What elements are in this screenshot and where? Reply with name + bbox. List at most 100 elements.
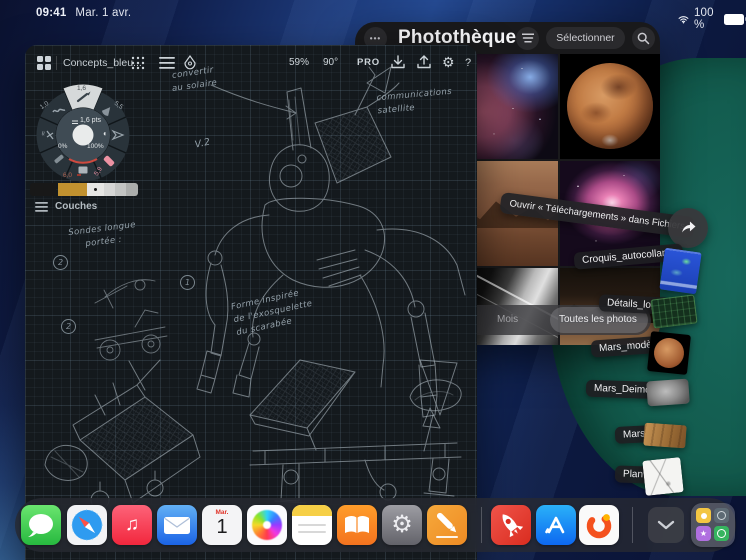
tab-all-photos[interactable]: Toutes les photos bbox=[559, 314, 637, 325]
opacity-min: 0% bbox=[58, 143, 68, 150]
tool-wheel[interactable]: 1,0 1,6 5,5 5,9 6,0 1,6 pts 0% 100% ◐ ≈ bbox=[28, 80, 138, 190]
photos-flower-icon bbox=[252, 510, 282, 540]
notes-line bbox=[298, 531, 326, 533]
rocket-icon bbox=[502, 514, 524, 538]
dock-app-sketch-pen[interactable] bbox=[427, 505, 467, 545]
more-icon: ••• bbox=[369, 33, 382, 43]
rotation-value[interactable]: 90° bbox=[323, 57, 338, 68]
dock: ♫ Mar. 1 ⚙ ★ bbox=[15, 498, 736, 552]
annotation-number-two-b: 2 bbox=[61, 319, 76, 334]
books-open-book-icon bbox=[345, 516, 369, 533]
precision-dots-icon[interactable] bbox=[131, 56, 145, 70]
toolbar-divider bbox=[56, 56, 57, 70]
dock-app-photos[interactable] bbox=[247, 505, 287, 545]
wheel-label-5: 6,0 bbox=[63, 172, 73, 179]
dock-app-settings[interactable]: ⚙ bbox=[382, 505, 422, 545]
ipad-screen: 09:41 Mar. 1 avr. 100 % ••• Photothèque bbox=[0, 0, 746, 560]
battery-percent: 100 % bbox=[693, 7, 714, 31]
battery-icon bbox=[723, 13, 746, 25]
dock-app-notes[interactable] bbox=[292, 505, 332, 545]
search-button[interactable] bbox=[631, 26, 655, 50]
swatch-black[interactable] bbox=[30, 183, 56, 196]
drag-thumb-mars[interactable] bbox=[643, 422, 687, 449]
mini-app-podcasts-icon bbox=[714, 526, 729, 541]
status-time: 09:41 bbox=[36, 7, 67, 19]
swatch-gray-1[interactable] bbox=[104, 183, 115, 196]
chevron-down-icon bbox=[657, 520, 675, 530]
dock-app-rocket[interactable] bbox=[491, 505, 531, 545]
search-icon bbox=[637, 32, 649, 44]
swatch-gold[interactable] bbox=[58, 183, 87, 196]
color-palette-bar[interactable] bbox=[30, 183, 138, 196]
dock-divider bbox=[632, 507, 633, 543]
stroke-size-value: 1,6 pts bbox=[80, 117, 102, 124]
select-button[interactable]: Sélectionner bbox=[546, 27, 625, 49]
dock-app-music[interactable]: ♫ bbox=[112, 505, 152, 545]
drag-thumb-mars-modele[interactable] bbox=[647, 331, 691, 375]
forward-arrow-icon bbox=[682, 221, 696, 233]
import-icon[interactable] bbox=[391, 55, 405, 70]
photo-thumbnail-mars-planet[interactable] bbox=[560, 54, 660, 159]
zoom-level[interactable]: 59% bbox=[289, 57, 309, 68]
gallery-grid-icon[interactable] bbox=[37, 56, 51, 70]
tab-months[interactable]: Mois bbox=[497, 314, 518, 325]
swatch-gray-3[interactable] bbox=[126, 183, 138, 196]
dock-app-calendar[interactable]: Mar. 1 bbox=[202, 505, 242, 545]
dock-app-messages[interactable] bbox=[21, 505, 61, 545]
notes-line bbox=[298, 524, 326, 526]
help-button[interactable]: ? bbox=[465, 57, 471, 69]
pen-nib-icon[interactable] bbox=[183, 55, 197, 70]
drag-thumb-mars-deimos[interactable] bbox=[646, 378, 690, 407]
share-forward-button[interactable] bbox=[668, 208, 708, 248]
dock-app-books[interactable] bbox=[337, 505, 377, 545]
export-icon[interactable] bbox=[417, 55, 431, 70]
notes-yellow-band bbox=[292, 505, 332, 516]
mail-envelope-icon bbox=[164, 517, 190, 534]
concepts-window: convertir au solaire communications sate… bbox=[25, 45, 477, 560]
pro-badge[interactable]: PRO bbox=[357, 57, 380, 68]
layers-button[interactable]: Couches bbox=[35, 201, 97, 212]
settings-gear-dock-icon: ⚙ bbox=[391, 511, 413, 538]
dock-app-mail[interactable] bbox=[157, 505, 197, 545]
annotation-number-one: 1 bbox=[180, 275, 195, 290]
mini-app-tips-icon bbox=[696, 508, 711, 523]
app-library-grid: ★ bbox=[696, 508, 730, 542]
settings-gear-icon[interactable]: ⚙ bbox=[442, 54, 455, 71]
status-date: Mar. 1 avr. bbox=[75, 7, 132, 19]
filter-button[interactable] bbox=[516, 26, 540, 50]
dock-app-library[interactable]: ★ bbox=[691, 503, 735, 547]
wheel-label-2: 1,6 bbox=[77, 85, 87, 92]
opacity-max: 100% bbox=[87, 143, 104, 150]
calendar-day: 1 bbox=[216, 516, 228, 538]
dock-app-safari[interactable] bbox=[67, 505, 107, 545]
swatch-white-selected[interactable] bbox=[87, 183, 104, 196]
sketch-solar-rover bbox=[249, 359, 462, 504]
squiggle-icon: ≈ bbox=[38, 131, 48, 136]
calendar-month: Mar. bbox=[215, 509, 229, 516]
dock-divider bbox=[481, 507, 482, 543]
pen-icon bbox=[436, 512, 458, 538]
mars-globe-image bbox=[567, 63, 653, 149]
drag-thumb-plan[interactable] bbox=[642, 457, 684, 496]
swatch-gray-2[interactable] bbox=[115, 183, 126, 196]
annotation-number-two: 2 bbox=[53, 255, 68, 270]
sketch-lander bbox=[44, 359, 201, 510]
dock-collapse-button[interactable] bbox=[648, 507, 684, 543]
dock-app-appstore[interactable] bbox=[536, 505, 576, 545]
document-title[interactable]: Concepts_bleu... bbox=[63, 57, 142, 69]
dock-app-concepts[interactable] bbox=[579, 505, 619, 545]
status-bar-left: 09:41 Mar. 1 avr. bbox=[36, 7, 131, 19]
mini-mars-globe bbox=[652, 336, 686, 370]
wifi-icon bbox=[678, 15, 689, 24]
filter-lines-icon bbox=[521, 33, 534, 43]
appstore-a-icon bbox=[545, 516, 565, 534]
layers-lines-icon[interactable] bbox=[159, 57, 175, 69]
mini-app-camera-icon bbox=[714, 508, 729, 523]
drag-thumb-details-logo[interactable] bbox=[650, 294, 698, 329]
sketch-spider-rover bbox=[196, 66, 466, 418]
contrast-icon: ◐ bbox=[103, 129, 108, 138]
drag-thumb-croquis-autocollants[interactable] bbox=[659, 247, 702, 295]
mini-app-itunes-icon: ★ bbox=[696, 526, 711, 541]
layers-hamburger-icon bbox=[35, 201, 48, 212]
sketch-probe-doodles bbox=[94, 279, 168, 361]
